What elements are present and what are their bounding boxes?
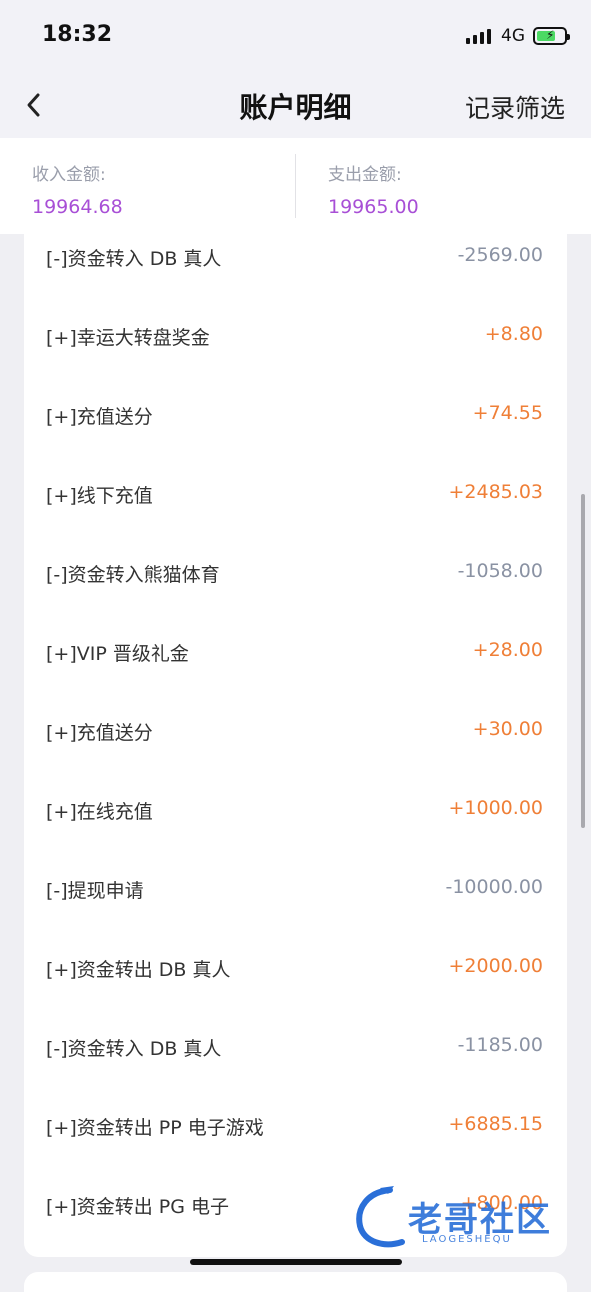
record-row[interactable]: [-]资金转入熊猫体育 -1058.00 bbox=[24, 550, 567, 629]
record-row[interactable]: [+]资金转出 PP 电子游戏 +6885.15 bbox=[24, 1103, 567, 1182]
record-row[interactable]: [+]资金转出 DB 真人 +2000.00 bbox=[24, 945, 567, 1024]
watermark-logo: 老哥社区 LAOGESHEQU bbox=[350, 1184, 580, 1252]
record-row[interactable]: [+]充值送分 +30.00 bbox=[24, 708, 567, 787]
status-time: 18:32 bbox=[42, 22, 113, 47]
record-amount: +30.00 bbox=[472, 718, 543, 740]
record-amount: -1058.00 bbox=[457, 560, 543, 582]
record-label: [+]充值送分 bbox=[46, 406, 153, 428]
nav-bar: 账户明细 记录筛选 bbox=[0, 72, 591, 138]
income-value: 19964.68 bbox=[32, 196, 123, 218]
next-card-edge bbox=[24, 1272, 567, 1292]
record-amount: +2485.03 bbox=[448, 481, 544, 503]
record-filter-button[interactable]: 记录筛选 bbox=[465, 89, 565, 125]
record-amount: +28.00 bbox=[472, 639, 543, 661]
status-bar: 18:32 4G ⚡ bbox=[0, 0, 591, 72]
record-label: [-]资金转入熊猫体育 bbox=[46, 564, 220, 586]
expense-value: 19965.00 bbox=[328, 196, 419, 218]
expense-summary: 支出金额: 19965.00 bbox=[296, 138, 591, 234]
status-indicators: 4G ⚡ bbox=[466, 26, 570, 46]
record-amount: -10000.00 bbox=[445, 876, 543, 898]
record-label: [+]资金转出 DB 真人 bbox=[46, 959, 231, 981]
record-row[interactable]: [+]在线充值 +1000.00 bbox=[24, 787, 567, 866]
record-amount: +2000.00 bbox=[448, 955, 544, 977]
record-amount: -2569.00 bbox=[457, 244, 543, 266]
record-row[interactable]: [+]幸运大转盘奖金 +8.80 bbox=[24, 313, 567, 392]
signal-icon bbox=[466, 28, 491, 44]
record-label: [+]充值送分 bbox=[46, 722, 153, 744]
record-amount: +8.80 bbox=[484, 323, 543, 345]
summary-panel: 收入金额: 19964.68 支出金额: 19965.00 bbox=[0, 138, 591, 234]
record-row[interactable]: [+]线下充值 +2485.03 bbox=[24, 471, 567, 550]
record-row[interactable]: [-]资金转入 DB 真人 -2569.00 bbox=[24, 234, 567, 313]
expense-label: 支出金额: bbox=[328, 165, 402, 185]
record-amount: +74.55 bbox=[472, 402, 543, 424]
record-amount: +6885.15 bbox=[448, 1113, 544, 1135]
battery-icon: ⚡ bbox=[533, 27, 570, 45]
record-label: [+]在线充值 bbox=[46, 801, 153, 823]
record-row[interactable]: [-]提现申请 -10000.00 bbox=[24, 866, 567, 945]
income-label: 收入金额: bbox=[32, 165, 106, 185]
record-row[interactable]: [-]资金转入 DB 真人 -1185.00 bbox=[24, 1024, 567, 1103]
record-amount: +1000.00 bbox=[448, 797, 544, 819]
network-label: 4G bbox=[501, 26, 525, 46]
record-label: [-]提现申请 bbox=[46, 880, 144, 902]
record-label: [+]线下充值 bbox=[46, 485, 153, 507]
record-label: [+]资金转出 PG 电子 bbox=[46, 1196, 230, 1218]
records-list[interactable]: [-]资金转入 DB 真人 -2569.00 [+]幸运大转盘奖金 +8.80 … bbox=[24, 234, 567, 1257]
record-label: [+]资金转出 PP 电子游戏 bbox=[46, 1117, 264, 1139]
chevron-left-icon bbox=[27, 93, 40, 117]
watermark-subtext: LAOGESHEQU bbox=[422, 1234, 512, 1245]
record-label: [-]资金转入 DB 真人 bbox=[46, 1038, 222, 1060]
scrollbar[interactable] bbox=[581, 494, 585, 828]
record-row[interactable]: [+]VIP 晋级礼金 +28.00 bbox=[24, 629, 567, 708]
record-label: [+]幸运大转盘奖金 bbox=[46, 327, 210, 349]
back-button[interactable] bbox=[20, 90, 50, 120]
income-summary: 收入金额: 19964.68 bbox=[0, 138, 296, 234]
home-indicator bbox=[190, 1259, 402, 1265]
record-label: [+]VIP 晋级礼金 bbox=[46, 643, 189, 665]
record-amount: -1185.00 bbox=[457, 1034, 543, 1056]
record-label: [-]资金转入 DB 真人 bbox=[46, 248, 222, 270]
record-row[interactable]: [+]充值送分 +74.55 bbox=[24, 392, 567, 471]
